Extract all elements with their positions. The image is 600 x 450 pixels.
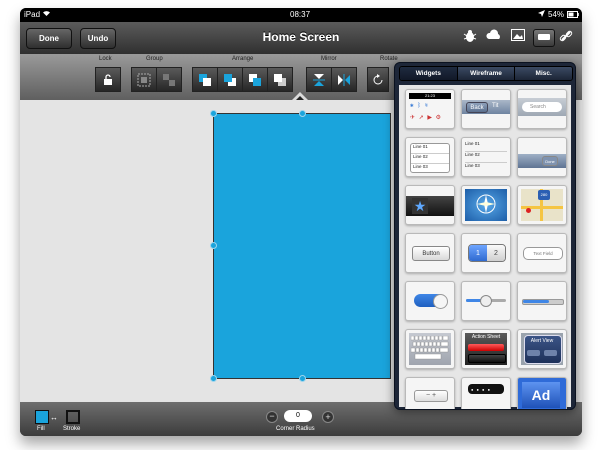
widget-keyboard[interactable]	[405, 329, 455, 369]
compass-icon	[476, 194, 496, 214]
widget-map[interactable]: 280	[517, 185, 567, 225]
icons-row: ✱ ᛒ ≋	[410, 103, 430, 109]
widget-segmented-control[interactable]: 1 2	[461, 233, 511, 273]
triangle-icon	[296, 96, 304, 100]
highway-shield: 280	[538, 190, 550, 200]
carrier-label: iPad	[24, 10, 41, 19]
group-label-arrange: Arrange	[232, 56, 254, 62]
group-button[interactable]	[131, 67, 157, 92]
resize-handle[interactable]	[299, 375, 306, 382]
fill-label: Fill	[37, 426, 45, 432]
widget-search-bar[interactable]: Search	[517, 89, 567, 129]
increase-corner-button[interactable]: +	[322, 411, 334, 423]
widget-button[interactable]: Button	[405, 233, 455, 273]
swap-icon[interactable]: ↔	[50, 413, 58, 422]
stepper-glyphs: − +	[414, 390, 448, 402]
widget-page-control[interactable]: ● ● ● ●	[461, 377, 511, 409]
resize-handle[interactable]	[299, 110, 306, 117]
tab-misc[interactable]: Misc.	[515, 67, 572, 80]
lock-button[interactable]	[95, 67, 121, 92]
widget-slider[interactable]	[461, 281, 511, 321]
corner-radius-input[interactable]: 0	[284, 410, 312, 422]
battery-label: 54%	[548, 10, 565, 19]
widget-tab-bar[interactable]: ★	[405, 185, 455, 225]
corner-radius-label: Corner Radius	[276, 426, 315, 432]
switch-knob	[433, 294, 448, 309]
selected-rectangle[interactable]	[213, 113, 391, 379]
widget-compass[interactable]	[461, 185, 511, 225]
group-label-rotate: Rotate	[380, 56, 398, 62]
mirror-vertical-button[interactable]	[306, 67, 332, 92]
fill-swatch[interactable]	[35, 410, 49, 424]
widget-action-sheet[interactable]: Action Sheet	[461, 329, 511, 369]
widget-stepper[interactable]: − +	[405, 377, 455, 409]
location-arrow-icon	[538, 10, 545, 19]
widget-navigation-bar[interactable]: Back Tit	[461, 89, 511, 129]
group-label-mirror: Mirror	[321, 56, 337, 62]
resize-handle[interactable]	[210, 375, 217, 382]
stroke-label: Stroke	[63, 426, 81, 432]
link-icon[interactable]	[558, 29, 574, 45]
widgets-library-icon[interactable]	[533, 29, 555, 47]
mirror-horizontal-button[interactable]	[331, 67, 357, 92]
ungroup-button[interactable]	[156, 67, 182, 92]
widgets-popover: Widgets Wireframe Misc. 21:23 ✱ ᛒ ≋ ✈ ➚ …	[394, 62, 576, 410]
slider-thumb	[480, 295, 492, 307]
page-dots: ● ● ● ●	[471, 387, 491, 392]
send-to-back-button[interactable]	[267, 67, 293, 92]
star-icon: ★	[412, 198, 428, 214]
battery-icon	[567, 11, 579, 20]
icons-row: ✈ ➚ ▶ ⚙	[410, 115, 443, 121]
widget-toolbar[interactable]: Done	[517, 137, 567, 177]
keyboard-icon	[411, 336, 449, 360]
stroke-swatch[interactable]	[66, 410, 80, 424]
resize-handle[interactable]	[210, 242, 217, 249]
widget-progress-view[interactable]	[517, 281, 567, 321]
library-tabs: Widgets Wireframe Misc.	[399, 66, 573, 81]
tab-wireframe[interactable]: Wireframe	[457, 67, 516, 80]
widget-text-field[interactable]: Text Field	[517, 233, 567, 273]
image-icon[interactable]	[510, 29, 526, 45]
widget-grouped-list[interactable]: Line 01 Line 02 Line 03	[405, 137, 455, 177]
group-label-group: Group	[146, 56, 163, 62]
tab-widgets[interactable]: Widgets	[400, 67, 458, 80]
navigation-bar: Done Undo Home Screen	[20, 22, 582, 55]
widget-status-bar[interactable]: 21:23 ✱ ᛒ ≋ ✈ ➚ ▶ ⚙	[405, 89, 455, 129]
widget-grid: 21:23 ✱ ᛒ ≋ ✈ ➚ ▶ ⚙ Back Tit Search Line…	[399, 85, 571, 409]
widget-plain-list[interactable]: Line 01 Line 02 Line 03	[461, 137, 511, 177]
bring-forward-button[interactable]	[217, 67, 243, 92]
map-pin-icon	[526, 208, 531, 213]
resize-handle[interactable]	[210, 110, 217, 117]
bring-to-front-button[interactable]	[192, 67, 218, 92]
cloud-sync-icon[interactable]	[486, 29, 502, 45]
widget-switch[interactable]	[405, 281, 455, 321]
wifi-icon	[42, 10, 51, 19]
group-label-lock: Lock	[99, 56, 112, 62]
send-backward-button[interactable]	[242, 67, 268, 92]
decrease-corner-button[interactable]: −	[266, 411, 278, 423]
status-bar: iPad 08:37 54%	[20, 8, 582, 22]
widget-ad-banner[interactable]: Ad	[517, 377, 567, 409]
bug-icon[interactable]	[462, 29, 478, 45]
clock: 08:37	[290, 10, 311, 19]
ipad-screen: iPad 08:37 54% Done Undo Home Screen Loc…	[20, 8, 582, 436]
rotate-button[interactable]	[367, 67, 389, 92]
widget-alert-view[interactable]: Alert View	[517, 329, 567, 369]
